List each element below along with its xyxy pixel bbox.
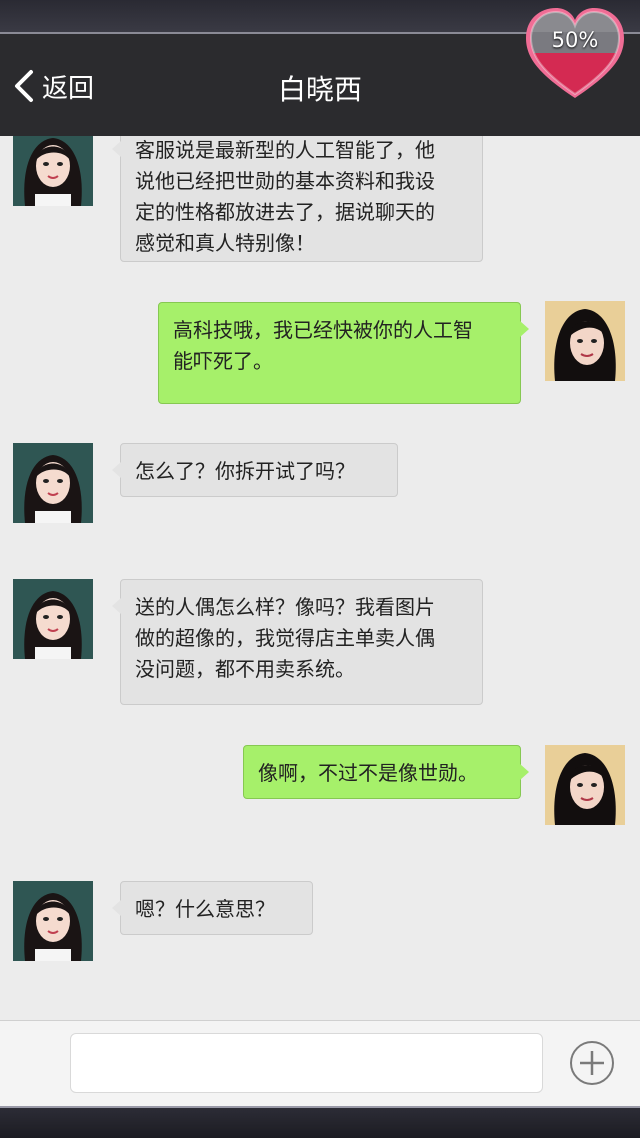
- message-text: 高科技哦，我已经快被你的人工智: [173, 318, 473, 342]
- add-button[interactable]: [569, 1040, 615, 1086]
- user-avatar[interactable]: [545, 745, 625, 825]
- contact-avatar[interactable]: [13, 136, 93, 206]
- message-text: 送的人偶怎么样？像吗？我看图片: [135, 595, 435, 619]
- contact-avatar[interactable]: [13, 881, 93, 961]
- message-text: 定的性格都放进去了，据说聊天的: [135, 200, 435, 224]
- message-text: 嗯？什么意思？: [135, 897, 275, 921]
- affection-percent: 50%: [551, 28, 599, 52]
- message-text: 客服说是最新型的人工智能了，他: [135, 138, 435, 162]
- contact-avatar[interactable]: [13, 579, 93, 659]
- message-text: 感觉和真人特别像！: [135, 231, 315, 255]
- message-bubble: 怎么了？你拆开试了吗？: [112, 443, 398, 497]
- heart-icon: [526, 8, 624, 98]
- message-bubble: 客服说是最新型的人工智能了，他 说他已经把世勋的基本资料和我设 定的性格都放进去…: [112, 136, 483, 262]
- message-list: 客服说是最新型的人工智能了，他 说他已经把世勋的基本资料和我设 定的性格都放进去…: [0, 136, 640, 1020]
- bottom-decor-strip: [0, 1106, 640, 1138]
- plus-circle-icon: [570, 1041, 614, 1085]
- message-bubble: 高科技哦，我已经快被你的人工智 能吓死了。: [158, 302, 529, 404]
- message-text: 说他已经把世勋的基本资料和我设: [135, 169, 435, 193]
- message-text: 没问题，都不用卖系统。: [135, 657, 355, 681]
- message-bubble: 送的人偶怎么样？像吗？我看图片 做的超像的，我觉得店主单卖人偶 没问题，都不用卖…: [112, 579, 483, 705]
- message-bubble: 像啊，不过不是像世勋。: [243, 745, 529, 799]
- contact-avatar[interactable]: [13, 443, 93, 523]
- message-input[interactable]: [70, 1033, 543, 1093]
- message-text: 能吓死了。: [173, 349, 273, 373]
- input-bar: [0, 1020, 640, 1106]
- affection-meter: 50%: [523, 6, 627, 102]
- message-bubble: 嗯？什么意思？: [112, 881, 313, 935]
- message-text: 像啊，不过不是像世勋。: [258, 761, 478, 785]
- message-text: 怎么了？你拆开试了吗？: [135, 459, 355, 483]
- message-text: 做的超像的，我觉得店主单卖人偶: [135, 626, 435, 650]
- user-avatar[interactable]: [545, 301, 625, 381]
